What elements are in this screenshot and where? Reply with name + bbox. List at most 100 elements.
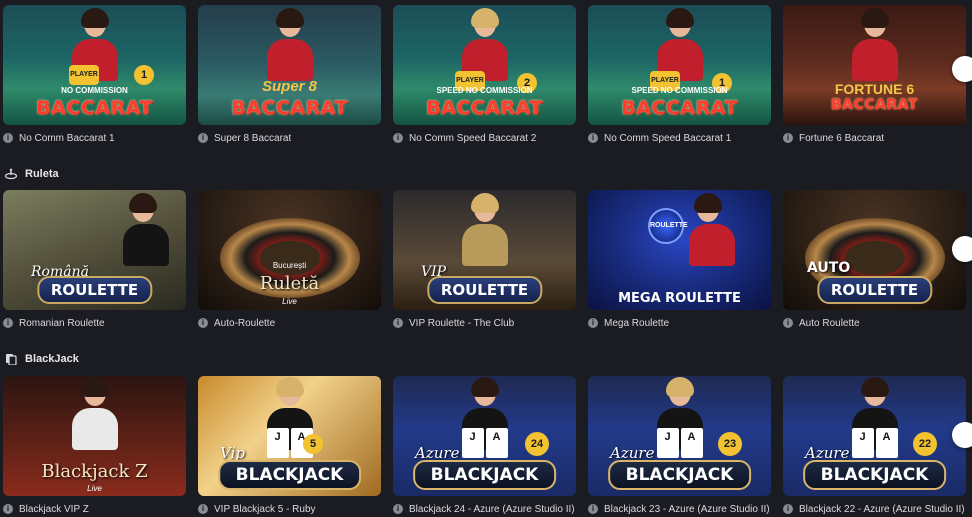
scroll-right-button[interactable] [952, 236, 972, 262]
dealer-image [266, 8, 313, 81]
game-title[interactable]: Super 8 Baccarat [214, 133, 291, 144]
game-title[interactable]: No Comm Speed Baccarat 1 [604, 133, 731, 144]
game-thumbnail[interactable]: 1 PLAYER NO COMMISSION BACCARAT [3, 5, 186, 125]
game-title[interactable]: Blackjack VIP Z [19, 504, 89, 515]
game-title[interactable]: Romanian Roulette [19, 318, 105, 329]
game-card-no-comm-speed-baccarat-1[interactable]: 1 PLAYER SPEED NO COMMISSION BACCARAT i … [588, 5, 771, 145]
info-icon[interactable]: i [3, 318, 13, 328]
scroll-right-button[interactable] [952, 56, 972, 82]
game-thumbnail[interactable]: VIP ROULETTE [393, 190, 576, 310]
info-icon[interactable]: i [588, 504, 598, 514]
game-thumbnail[interactable]: JA 5 Vip BLACKJACK [198, 376, 381, 496]
game-card-super-8-baccarat[interactable]: Super 8 BACCARAT i Super 8 Baccarat [198, 5, 381, 145]
game-subtitle: NO COMMISSION [61, 86, 128, 95]
game-card-fortune-6-baccarat[interactable]: FORTUNE 6 BACCARAT i Fortune 6 Baccarat [783, 5, 966, 145]
game-logo: MEGA ROULETTE [618, 291, 741, 306]
game-thumbnail[interactable]: ROULETTE MEGA ROULETTE [588, 190, 771, 310]
game-thumbnail[interactable]: București Ruletă Live [198, 190, 381, 310]
game-card-vip-roulette[interactable]: VIP ROULETTE i VIP Roulette - The Club [393, 190, 576, 330]
scroll-right-button[interactable] [952, 422, 972, 448]
game-thumbnail[interactable]: Blackjack Z Live [3, 376, 186, 496]
game-card-blackjack-23-azure[interactable]: JA 23 Azure BLACKJACK i Blackjack 23 - A… [588, 376, 771, 516]
game-thumbnail[interactable]: AUTO ROULETTE [783, 190, 966, 310]
game-thumbnail[interactable]: Super 8 BACCARAT [198, 5, 381, 125]
game-caption: i No Comm Baccarat 1 [3, 131, 186, 145]
game-card-blackjack-22-azure[interactable]: JA 22 Azure BLACKJACK i Blackjack 22 - A… [783, 376, 966, 516]
game-card-romanian-roulette[interactable]: Română ROULETTE i Romanian Roulette [3, 190, 186, 330]
game-caption: i Blackjack 24 - Azure (Azure Studio II) [393, 502, 576, 516]
blackjack-row: Blackjack Z Live i Blackjack VIP Z JA 5 … [3, 376, 972, 516]
game-location: București [272, 261, 307, 270]
game-card-no-comm-speed-baccarat-2[interactable]: 2 PLAYER SPEED NO COMMISSION BACCARAT i … [393, 5, 576, 145]
game-caption: i Blackjack 23 - Azure (Azure Studio II) [588, 502, 771, 516]
table-number-badge: 1 [134, 65, 154, 85]
info-icon[interactable]: i [783, 318, 793, 328]
game-card-auto-roulette-bucuresti[interactable]: București Ruletă Live i Auto-Roulette [198, 190, 381, 330]
section-title: Ruleta [25, 168, 59, 180]
game-title[interactable]: No Comm Baccarat 1 [19, 133, 115, 144]
game-logo: ROULETTE [36, 276, 153, 304]
game-title[interactable]: No Comm Speed Baccarat 2 [409, 133, 536, 144]
info-icon[interactable]: i [198, 133, 208, 143]
roulette-icon [5, 168, 17, 180]
game-title[interactable]: Fortune 6 Baccarat [799, 133, 884, 144]
game-title[interactable]: Blackjack 23 - Azure (Azure Studio II) [604, 504, 770, 515]
game-title[interactable]: Blackjack 22 - Azure (Azure Studio II) [799, 504, 965, 515]
game-card-auto-roulette[interactable]: AUTO ROULETTE i Auto Roulette [783, 190, 966, 330]
info-icon[interactable]: i [783, 133, 793, 143]
info-icon[interactable]: i [588, 318, 598, 328]
game-title[interactable]: VIP Blackjack 5 - Ruby [214, 504, 316, 515]
info-icon[interactable]: i [198, 504, 208, 514]
table-number-badge: 22 [913, 432, 937, 456]
game-logo: BLACKJACK [802, 460, 947, 490]
game-caption: i Blackjack VIP Z [3, 502, 186, 516]
playing-cards: JA [656, 428, 703, 458]
section-header-roulette: Ruleta [5, 168, 59, 180]
game-subtitle: SPEED NO COMMISSION [631, 86, 728, 95]
info-icon[interactable]: i [198, 318, 208, 328]
info-icon[interactable]: i [393, 318, 403, 328]
game-logo: ROULETTE [426, 276, 543, 304]
game-thumbnail[interactable]: Română ROULETTE [3, 190, 186, 310]
game-subtitle: SPEED NO COMMISSION [436, 86, 533, 95]
game-card-blackjack-vip-z[interactable]: Blackjack Z Live i Blackjack VIP Z [3, 376, 186, 516]
info-icon[interactable]: i [588, 133, 598, 143]
player-label: PLAYER [69, 65, 99, 85]
game-logo: BACCARAT [621, 97, 738, 119]
game-title[interactable]: VIP Roulette - The Club [409, 318, 514, 329]
game-logo: ROULETTE [816, 276, 933, 304]
game-caption: i Mega Roulette [588, 316, 771, 330]
game-caption: i VIP Roulette - The Club [393, 316, 576, 330]
game-subtitle: FORTUNE 6 [834, 81, 915, 97]
game-caption: i Super 8 Baccarat [198, 131, 381, 145]
game-thumbnail[interactable]: JA 22 Azure BLACKJACK [783, 376, 966, 496]
game-thumbnail[interactable]: JA 24 Azure BLACKJACK [393, 376, 576, 496]
dealer-image [123, 193, 169, 266]
baccarat-row: 1 PLAYER NO COMMISSION BACCARAT i No Com… [3, 5, 972, 145]
info-icon[interactable]: i [393, 133, 403, 143]
game-card-blackjack-24-azure[interactable]: JA 24 Azure BLACKJACK i Blackjack 24 - A… [393, 376, 576, 516]
game-card-mega-roulette[interactable]: ROULETTE MEGA ROULETTE i Mega Roulette [588, 190, 771, 330]
game-card-vip-blackjack-5-ruby[interactable]: JA 5 Vip BLACKJACK i VIP Blackjack 5 - R… [198, 376, 381, 516]
game-thumbnail[interactable]: 2 PLAYER SPEED NO COMMISSION BACCARAT [393, 5, 576, 125]
info-icon[interactable]: i [3, 133, 13, 143]
game-title[interactable]: Auto Roulette [799, 318, 860, 329]
game-logo: BLACKJACK [412, 460, 557, 490]
live-label: Live [87, 484, 102, 493]
info-icon[interactable]: i [3, 504, 13, 514]
game-logo: Ruletă [259, 273, 320, 294]
game-thumbnail[interactable]: JA 23 Azure BLACKJACK [588, 376, 771, 496]
table-number-badge: 23 [718, 432, 742, 456]
game-caption: i Auto Roulette [783, 316, 966, 330]
game-logo: Blackjack Z [41, 461, 148, 482]
section-header-blackjack: BlackJack [5, 353, 79, 365]
game-title[interactable]: Auto-Roulette [214, 318, 275, 329]
game-title[interactable]: Mega Roulette [604, 318, 669, 329]
info-icon[interactable]: i [783, 504, 793, 514]
game-thumbnail[interactable]: 1 PLAYER SPEED NO COMMISSION BACCARAT [588, 5, 771, 125]
game-card-no-comm-baccarat-1[interactable]: 1 PLAYER NO COMMISSION BACCARAT i No Com… [3, 5, 186, 145]
game-thumbnail[interactable]: FORTUNE 6 BACCARAT [783, 5, 966, 125]
info-icon[interactable]: i [393, 504, 403, 514]
game-logo: BACCARAT [231, 97, 348, 119]
game-title[interactable]: Blackjack 24 - Azure (Azure Studio II) [409, 504, 575, 515]
